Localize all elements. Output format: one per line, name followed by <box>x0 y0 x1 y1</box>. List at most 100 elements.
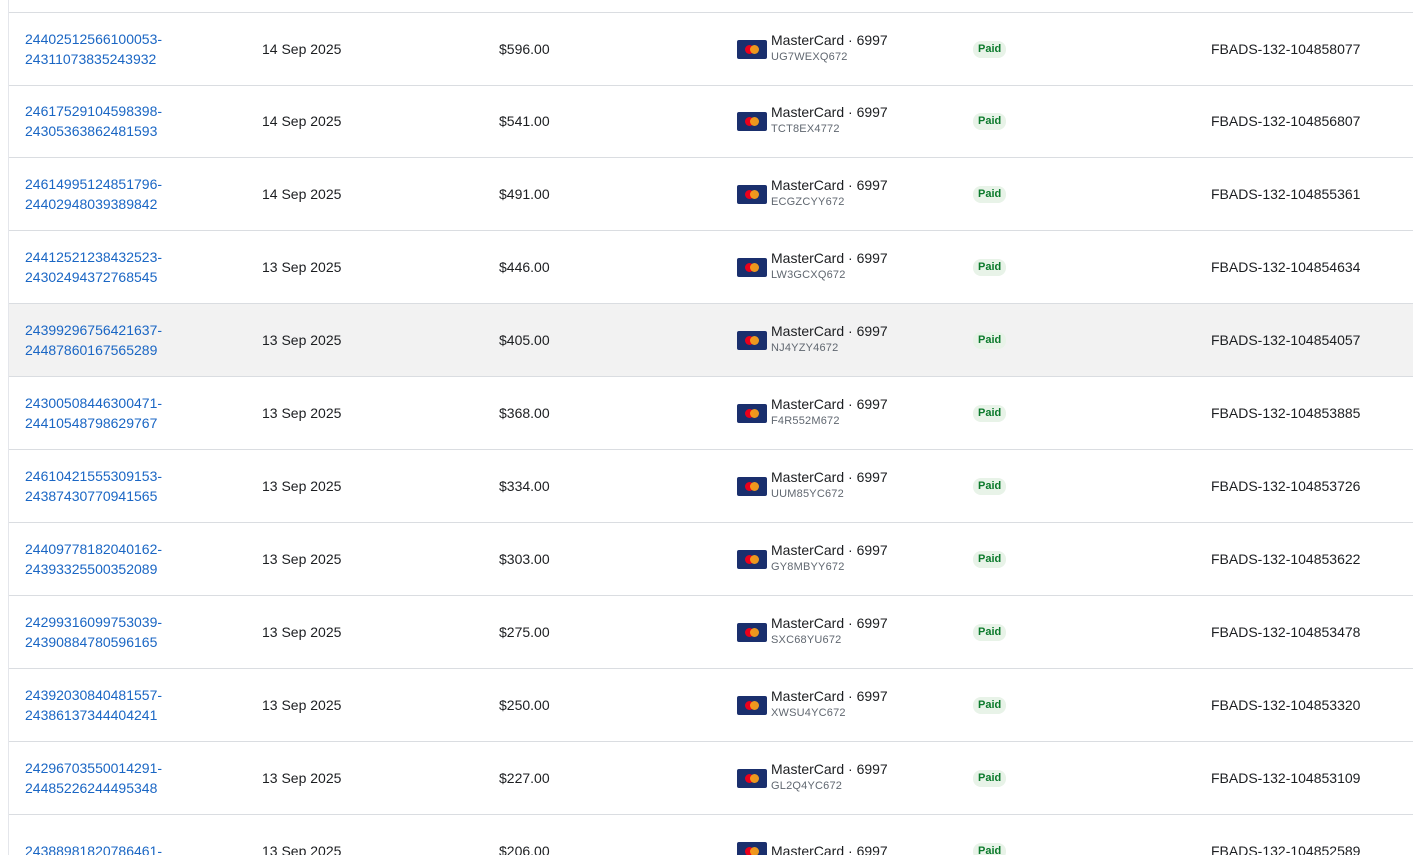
reference-number: FBADS-132-104853885 <box>1211 405 1361 421</box>
transaction-id-link[interactable]: 24392030840481557- 24386137344404241 <box>25 669 245 741</box>
payment-method-code: ECGZCYY672 <box>771 196 845 208</box>
payment-method-label: MasterCard · 6997 <box>771 104 888 120</box>
payment-method-label: MasterCard · 6997 <box>771 469 888 485</box>
transaction-id-part2[interactable]: 24487860167565289 <box>25 340 157 360</box>
payment-method: MasterCard · 6997 UG7WEXQ672 <box>737 13 957 85</box>
transaction-id-link[interactable]: 24402512566100053- 24311073835243932 <box>25 13 245 85</box>
transaction-id-part1[interactable]: 24617529104598398- <box>25 101 162 121</box>
transaction-date: 13 Sep 2025 <box>262 843 342 855</box>
table-row[interactable]: 24399296756421637- 24487860167565289 13 … <box>9 304 1413 377</box>
transaction-amount: $368.00 <box>499 405 550 421</box>
transaction-id-part2[interactable]: 24402948039389842 <box>25 194 157 214</box>
payment-method-label: MasterCard · 6997 <box>771 323 888 339</box>
status-badge: Paid <box>973 40 1007 58</box>
reference-number: FBADS-132-104853726 <box>1211 478 1361 494</box>
transaction-id-part2[interactable]: 24311073835243932 <box>25 49 156 69</box>
transaction-id-part2[interactable]: 24386137344404241 <box>25 705 157 725</box>
table-row[interactable]: 24388981820786461- 13 Sep 2025 $206.00 M… <box>9 815 1413 855</box>
transaction-id-link[interactable]: 24300508446300471- 24410548798629767 <box>25 377 245 449</box>
transaction-id-part1[interactable]: 24402512566100053- <box>25 29 162 49</box>
transaction-id-link[interactable]: 24610421555309153- 24387430770941565 <box>25 450 245 522</box>
status-badge: Paid <box>973 696 1007 714</box>
payment-method: MasterCard · 6997 F4R552M672 <box>737 377 957 449</box>
payment-method: MasterCard · 6997 NJ4YZY4672 <box>737 304 957 376</box>
transaction-id-part2[interactable]: 24305363862481593 <box>25 121 157 141</box>
mastercard-icon <box>737 257 767 277</box>
table-row[interactable]: 24409778182040162- 24393325500352089 13 … <box>9 523 1413 596</box>
transaction-amount: $491.00 <box>499 186 550 202</box>
transaction-date: 13 Sep 2025 <box>262 697 342 713</box>
payment-method-label: MasterCard · 6997 <box>771 396 888 412</box>
table-row[interactable]: 24610421555309153- 24387430770941565 13 … <box>9 450 1413 523</box>
transaction-id-link[interactable]: 24409778182040162- 24393325500352089 <box>25 523 245 595</box>
table-row[interactable]: 24299316099753039- 24390884780596165 13 … <box>9 596 1413 669</box>
transaction-id-part2[interactable]: 24393325500352089 <box>25 559 157 579</box>
transaction-id-part2[interactable]: 24302494372768545 <box>25 267 157 287</box>
payment-method-code: XWSU4YC672 <box>771 707 846 719</box>
transaction-id-part1[interactable]: 24610421555309153- <box>25 466 162 486</box>
transaction-id-link[interactable]: 24296703550014291- 24485226244495348 <box>25 742 245 814</box>
table-row[interactable]: 24392030840481557- 24386137344404241 13 … <box>9 669 1413 742</box>
transaction-id-part1[interactable]: 24392030840481557- <box>25 685 162 705</box>
payment-method-label: MasterCard · 6997 <box>771 761 888 777</box>
status-badge: Paid <box>973 404 1007 422</box>
transaction-id-part1[interactable]: 24300508446300471- <box>25 393 162 413</box>
payment-method-code: GL2Q4YC672 <box>771 780 843 792</box>
transaction-date: 13 Sep 2025 <box>262 551 342 567</box>
transaction-date: 13 Sep 2025 <box>262 478 342 494</box>
payment-method: MasterCard · 6997 GL2Q4YC672 <box>737 742 957 814</box>
payment-method-label: MasterCard · 6997 <box>771 688 888 704</box>
transaction-id-part2[interactable]: 24390884780596165 <box>25 632 157 652</box>
status-badge: Paid <box>973 258 1007 276</box>
mastercard-icon <box>737 622 767 642</box>
transaction-id-link[interactable]: 24299316099753039- 24390884780596165 <box>25 596 245 668</box>
payment-method-code: F4R552M672 <box>771 415 840 427</box>
status-badge: Paid <box>973 112 1007 130</box>
status-badge: Paid <box>973 550 1007 568</box>
payment-method: MasterCard · 6997 UUM85YC672 <box>737 450 957 522</box>
transaction-amount: $227.00 <box>499 770 550 786</box>
status-badge: Paid <box>973 842 1007 855</box>
transaction-date: 13 Sep 2025 <box>262 405 342 421</box>
table-row[interactable]: 24614995124851796- 24402948039389842 14 … <box>9 158 1413 231</box>
table-row[interactable]: 24402512566100053- 24311073835243932 14 … <box>9 12 1413 86</box>
payment-method-label: MasterCard · 6997 <box>771 615 888 631</box>
status-cell: Paid <box>973 158 1093 230</box>
table-row[interactable]: 24617529104598398- 24305363862481593 14 … <box>9 85 1413 158</box>
transaction-id-link[interactable]: 24399296756421637- 24487860167565289 <box>25 304 245 376</box>
transaction-id-link[interactable]: 24412521238432523- 24302494372768545 <box>25 231 245 303</box>
payment-method-label: MasterCard · 6997 <box>771 177 888 193</box>
transaction-id-link[interactable]: 24614995124851796- 24402948039389842 <box>25 158 245 230</box>
transaction-id-part1[interactable]: 24296703550014291- <box>25 758 162 778</box>
transaction-id-part2[interactable]: 24387430770941565 <box>25 486 157 506</box>
payment-method-code: NJ4YZY4672 <box>771 342 839 354</box>
mastercard-icon <box>737 184 767 204</box>
status-cell: Paid <box>973 815 1093 855</box>
status-cell: Paid <box>973 304 1093 376</box>
transaction-amount: $334.00 <box>499 478 550 494</box>
payment-method: MasterCard · 6997 SXC68YU672 <box>737 596 957 668</box>
transaction-id-part1[interactable]: 24399296756421637- <box>25 320 162 340</box>
transaction-id-part1[interactable]: 24299316099753039- <box>25 612 162 632</box>
mastercard-icon <box>737 476 767 496</box>
status-cell: Paid <box>973 596 1093 668</box>
transaction-id-link[interactable]: 24388981820786461- <box>25 815 245 855</box>
status-cell: Paid <box>973 742 1093 814</box>
transaction-id-part1[interactable]: 24388981820786461- <box>25 841 162 855</box>
table-row[interactable]: 24296703550014291- 24485226244495348 13 … <box>9 742 1413 815</box>
transaction-id-part1[interactable]: 24614995124851796- <box>25 174 162 194</box>
table-row[interactable]: 24412521238432523- 24302494372768545 13 … <box>9 231 1413 304</box>
mastercard-icon <box>737 39 767 59</box>
transaction-id-part2[interactable]: 24410548798629767 <box>25 413 157 433</box>
status-cell: Paid <box>973 377 1093 449</box>
payment-method-label: MasterCard · 6997 <box>771 542 888 558</box>
transaction-id-link[interactable]: 24617529104598398- 24305363862481593 <box>25 85 245 157</box>
transaction-id-part1[interactable]: 24412521238432523- <box>25 247 162 267</box>
payment-method-label: MasterCard · 6997 <box>771 842 888 855</box>
mastercard-icon <box>737 549 767 569</box>
transaction-id-part2[interactable]: 24485226244495348 <box>25 778 157 798</box>
reference-number: FBADS-132-104856807 <box>1211 113 1361 129</box>
table-row[interactable]: 24300508446300471- 24410548798629767 13 … <box>9 377 1413 450</box>
transaction-id-part1[interactable]: 24409778182040162- <box>25 539 162 559</box>
status-cell: Paid <box>973 669 1093 741</box>
